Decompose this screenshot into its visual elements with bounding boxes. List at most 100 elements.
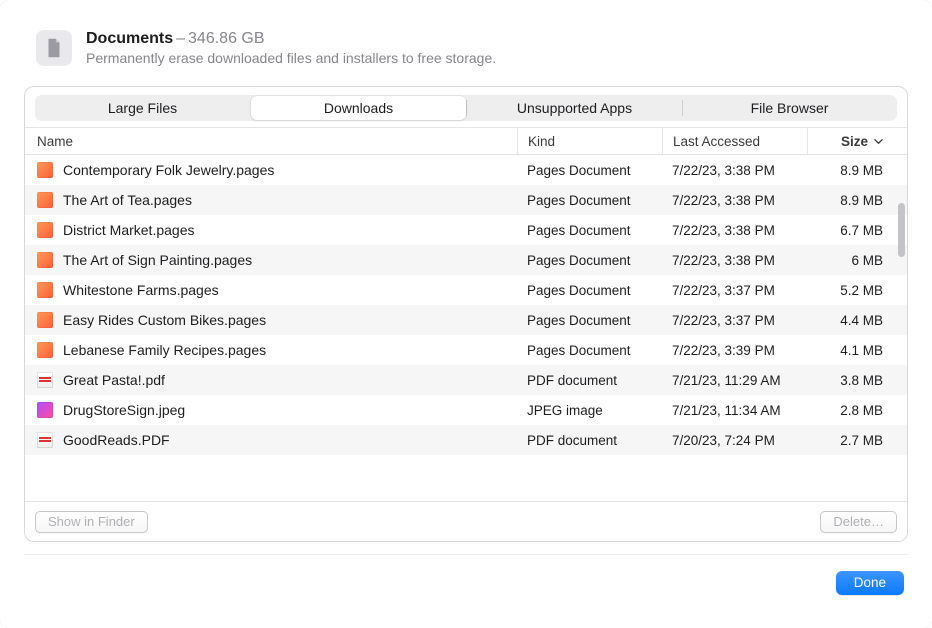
column-header-last-accessed[interactable]: Last Accessed: [662, 128, 807, 154]
column-label: Size: [841, 134, 868, 149]
tab-downloads[interactable]: Downloads: [251, 96, 466, 120]
cell-kind: Pages Document: [517, 343, 662, 358]
tab-label: Unsupported Apps: [517, 100, 632, 116]
tab-label: File Browser: [751, 100, 829, 116]
column-header-size[interactable]: Size: [807, 128, 907, 154]
chevron-down-icon: [874, 137, 883, 146]
header: Documents–346.86 GB Permanently erase do…: [24, 18, 908, 86]
file-icon: [37, 252, 53, 268]
cell-last-accessed: 7/20/23, 7:24 PM: [662, 433, 807, 448]
delete-button[interactable]: Delete…: [820, 511, 897, 533]
file-name: GoodReads.PDF: [63, 432, 170, 448]
cell-last-accessed: 7/21/23, 11:29 AM: [662, 373, 807, 388]
file-icon: [37, 432, 53, 448]
cell-name: District Market.pages: [25, 222, 517, 238]
panel-footer: Show in Finder Delete…: [25, 501, 907, 541]
file-icon: [37, 192, 53, 208]
cell-size: 5.2 MB: [807, 283, 907, 298]
column-header-name[interactable]: Name: [25, 128, 517, 154]
cell-name: Whitestone Farms.pages: [25, 282, 517, 298]
title-line: Documents–346.86 GB: [86, 30, 496, 48]
header-text: Documents–346.86 GB Permanently erase do…: [86, 30, 496, 66]
column-header-kind[interactable]: Kind: [517, 128, 662, 154]
tab-unsupported-apps[interactable]: Unsupported Apps: [467, 95, 682, 121]
segmented-control: Large Files Downloads Unsupported Apps F…: [35, 95, 897, 121]
cell-size: 4.1 MB: [807, 343, 907, 358]
file-icon: [37, 222, 53, 238]
cell-size: 6 MB: [807, 253, 907, 268]
cell-last-accessed: 7/22/23, 3:38 PM: [662, 223, 807, 238]
table-row[interactable]: The Art of Tea.pagesPages Document7/22/2…: [25, 185, 907, 215]
file-name: Easy Rides Custom Bikes.pages: [63, 312, 266, 328]
storage-size: 346.86 GB: [188, 30, 265, 47]
cell-kind: Pages Document: [517, 163, 662, 178]
button-label: Delete…: [833, 514, 884, 529]
file-icon: [37, 342, 53, 358]
file-name: Contemporary Folk Jewelry.pages: [63, 162, 274, 178]
table-row[interactable]: Contemporary Folk Jewelry.pages Pages Doc…: [25, 155, 907, 185]
storage-documents-window: Documents–346.86 GB Permanently erase do…: [0, 0, 932, 628]
cell-kind: Pages Document: [517, 193, 662, 208]
cell-name: GoodReads.PDF: [25, 432, 517, 448]
cell-name: The Art of Tea.pages: [25, 192, 517, 208]
file-name: Lebanese Family Recipes.pages: [63, 342, 266, 358]
cell-kind: JPEG image: [517, 403, 662, 418]
page-subtitle: Permanently erase downloaded files and i…: [86, 50, 496, 66]
table-row[interactable]: The Art of Sign Painting.pagesPages Docu…: [25, 245, 907, 275]
column-label: Last Accessed: [673, 134, 760, 149]
button-label: Done: [854, 575, 886, 590]
title-separator: –: [173, 30, 188, 47]
cell-name: The Art of Sign Painting.pages: [25, 252, 517, 268]
cell-kind: Pages Document: [517, 283, 662, 298]
file-name: The Art of Sign Painting.pages: [63, 252, 252, 268]
file-name: District Market.pages: [63, 222, 194, 238]
cell-name: Contemporary Folk Jewelry.pages: [25, 162, 517, 178]
cell-size: 2.8 MB: [807, 403, 907, 418]
file-icon: [37, 312, 53, 328]
cell-kind: PDF document: [517, 373, 662, 388]
file-icon: [37, 162, 53, 178]
file-icon: [37, 282, 53, 298]
table-row[interactable]: Whitestone Farms.pagesPages Document7/22…: [25, 275, 907, 305]
table-row[interactable]: Great Pasta!.pdfPDF document7/21/23, 11:…: [25, 365, 907, 395]
column-label: Name: [37, 134, 73, 149]
cell-name: Lebanese Family Recipes.pages: [25, 342, 517, 358]
cell-last-accessed: 7/22/23, 3:37 PM: [662, 313, 807, 328]
cell-name: Easy Rides Custom Bikes.pages: [25, 312, 517, 328]
tab-large-files[interactable]: Large Files: [35, 95, 250, 121]
file-list: Contemporary Folk Jewelry.pages Pages Doc…: [25, 155, 907, 501]
button-label: Show in Finder: [48, 514, 135, 529]
table-row[interactable]: Lebanese Family Recipes.pages Pages Docum…: [25, 335, 907, 365]
cell-kind: Pages Document: [517, 223, 662, 238]
cell-size: 6.7 MB: [807, 223, 907, 238]
window-footer: Done: [24, 554, 908, 610]
tab-label: Downloads: [324, 100, 393, 116]
tab-file-browser[interactable]: File Browser: [682, 95, 897, 121]
documents-icon: [36, 30, 72, 66]
cell-last-accessed: 7/22/23, 3:39 PM: [662, 343, 807, 358]
file-icon: [37, 402, 53, 418]
page-title: Documents: [86, 30, 173, 47]
content-panel: Large Files Downloads Unsupported Apps F…: [24, 86, 908, 542]
table-row[interactable]: GoodReads.PDFPDF document7/20/23, 7:24 P…: [25, 425, 907, 455]
cell-name: DrugStoreSign.jpeg: [25, 402, 517, 418]
cell-last-accessed: 7/21/23, 11:34 AM: [662, 403, 807, 418]
column-headers: Name Kind Last Accessed Size: [25, 127, 907, 155]
cell-size: 8.9 MB: [807, 193, 907, 208]
file-name: The Art of Tea.pages: [63, 192, 192, 208]
scrollbar-thumb[interactable]: [898, 203, 905, 257]
cell-last-accessed: 7/22/23, 3:38 PM: [662, 163, 807, 178]
cell-size: 4.4 MB: [807, 313, 907, 328]
cell-name: Great Pasta!.pdf: [25, 372, 517, 388]
table-row[interactable]: District Market.pages Pages Document7/22/…: [25, 215, 907, 245]
cell-size: 8.9 MB: [807, 163, 907, 178]
segmented-control-wrap: Large Files Downloads Unsupported Apps F…: [25, 87, 907, 127]
done-button[interactable]: Done: [836, 571, 904, 595]
show-in-finder-button[interactable]: Show in Finder: [35, 511, 148, 533]
cell-kind: Pages Document: [517, 313, 662, 328]
table-row[interactable]: Easy Rides Custom Bikes.pages Pages Docum…: [25, 305, 907, 335]
table-row[interactable]: DrugStoreSign.jpegJPEG image7/21/23, 11:…: [25, 395, 907, 425]
cell-last-accessed: 7/22/23, 3:37 PM: [662, 283, 807, 298]
cell-size: 3.8 MB: [807, 373, 907, 388]
cell-size: 2.7 MB: [807, 433, 907, 448]
